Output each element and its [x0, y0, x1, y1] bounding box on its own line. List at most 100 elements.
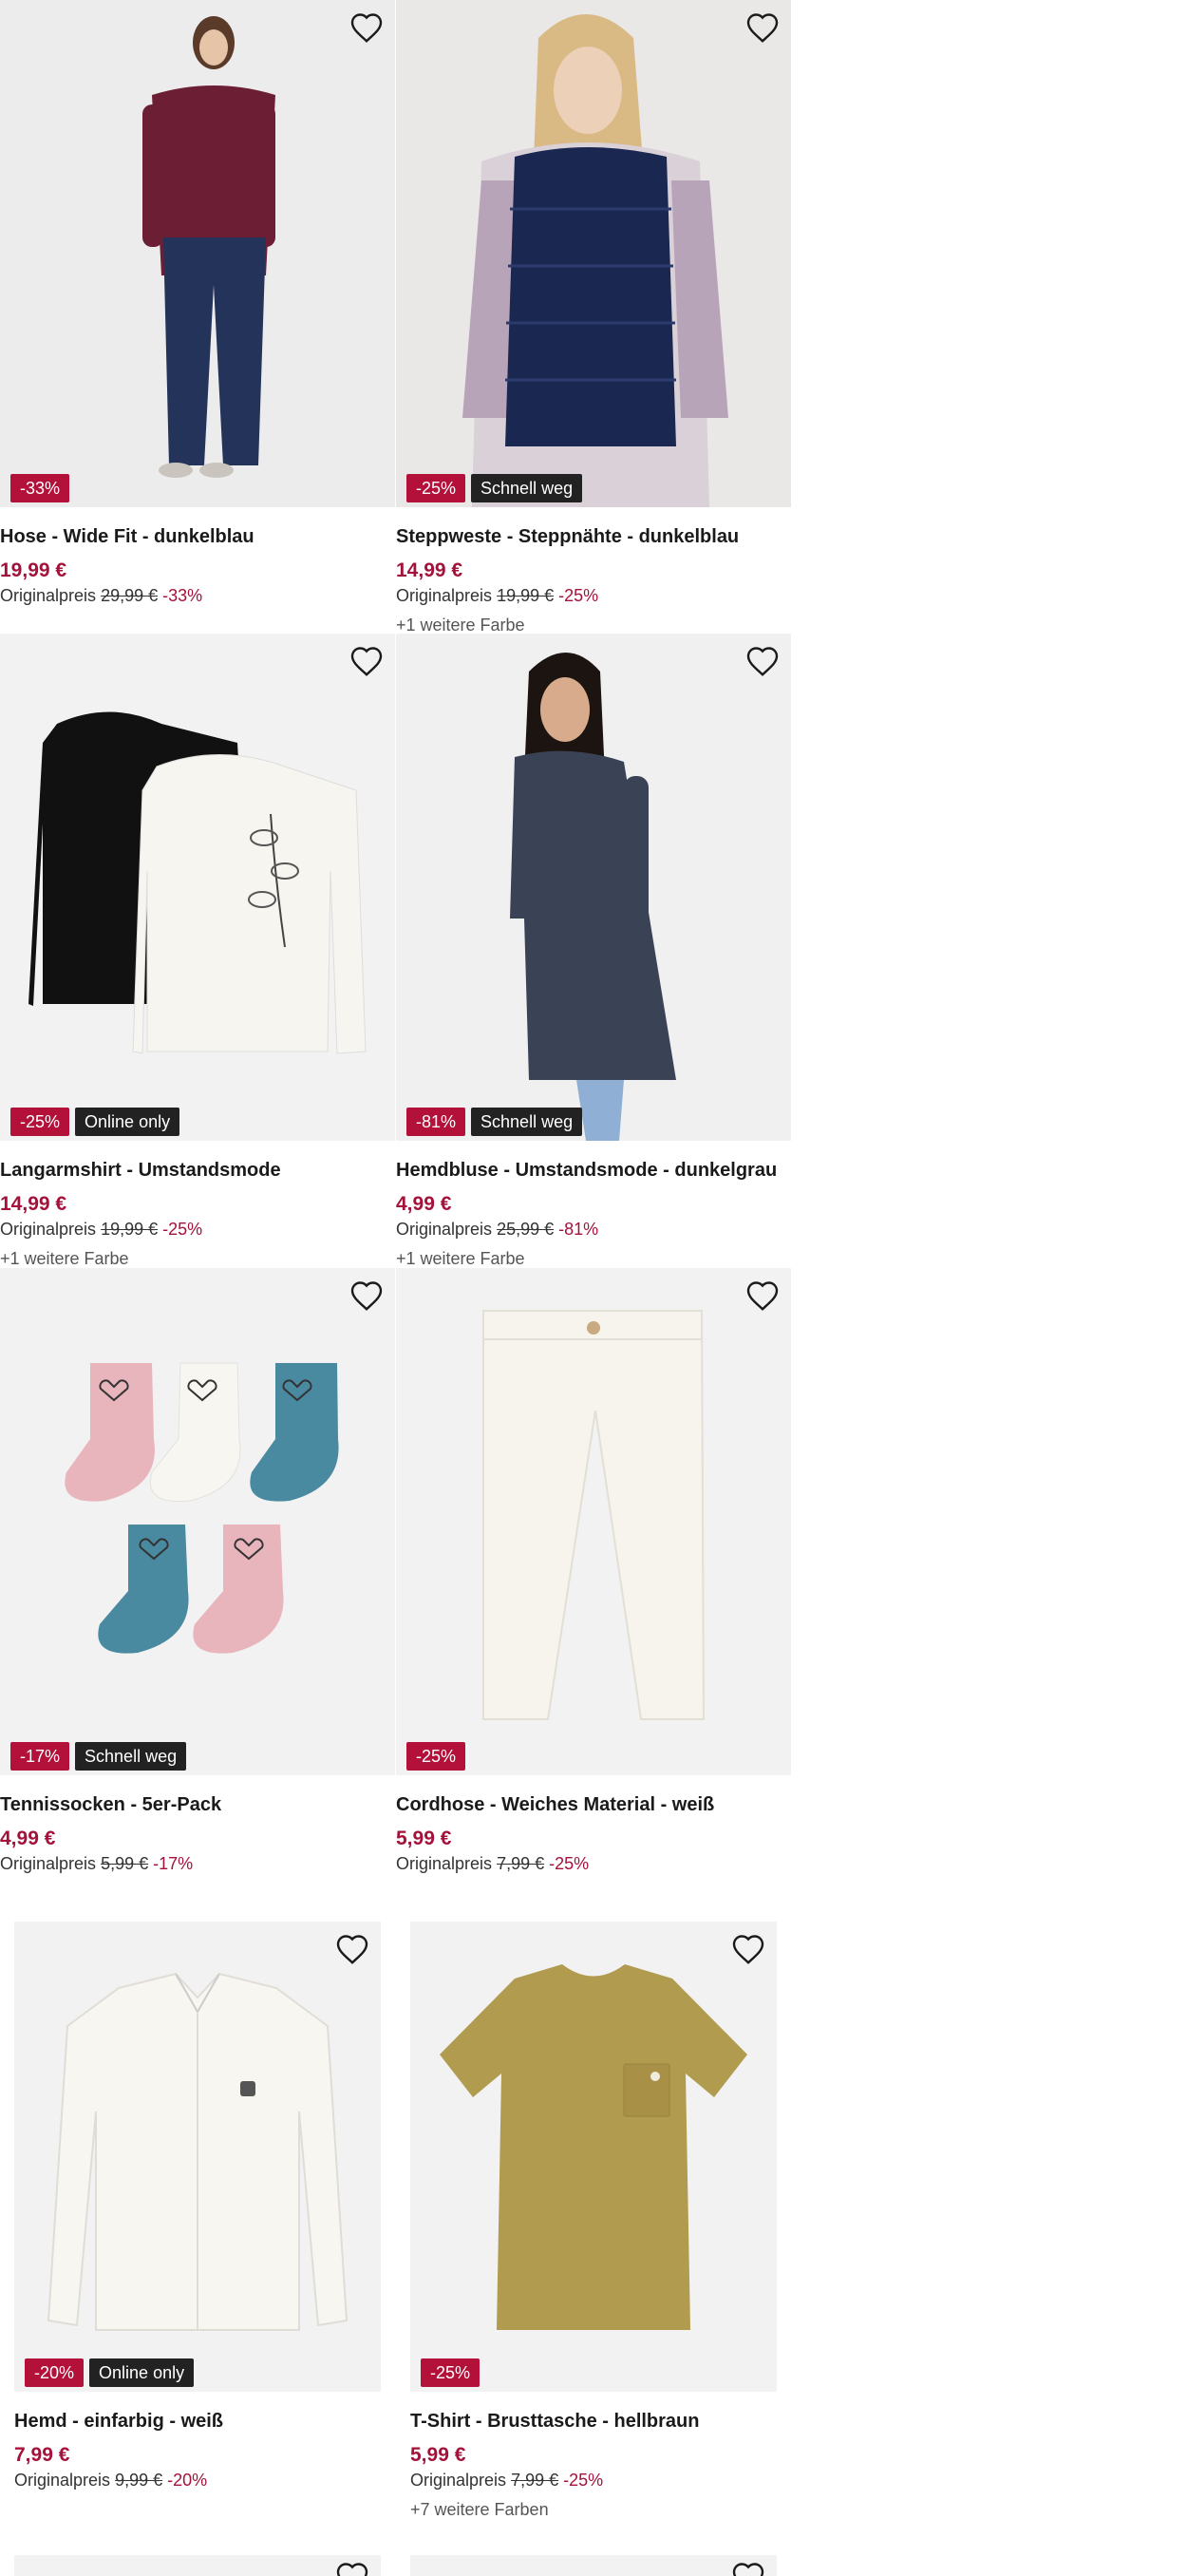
- discount-percent: -33%: [162, 586, 203, 605]
- badge-group: -81% Schnell weg: [406, 1108, 583, 1136]
- original-price: 19,99 €: [101, 1220, 159, 1239]
- original-price: 9,99 €: [115, 2471, 163, 2490]
- two-longsleeve-shirts-illustration: [0, 634, 395, 1141]
- discount-percent: -25%: [563, 2471, 604, 2490]
- original-price: 7,99 €: [497, 1854, 545, 1873]
- favorite-heart-icon[interactable]: [335, 1933, 369, 1965]
- original-price: 19,99 €: [497, 586, 555, 605]
- product-info: Cordhose - Weiches Material - weiß 5,99 …: [396, 1775, 791, 1875]
- product-info: T-Shirt - Brusttasche - hellbraun 5,99 €…: [410, 2392, 777, 2521]
- favorite-heart-icon[interactable]: [335, 2561, 369, 2576]
- more-colors-link[interactable]: +7 weitere Farben: [410, 2498, 777, 2521]
- favorite-heart-icon[interactable]: [745, 645, 780, 677]
- discount-percent: -20%: [167, 2471, 208, 2490]
- discount-percent: -25%: [162, 1220, 203, 1239]
- product-image[interactable]: -33%: [0, 0, 395, 507]
- status-badge: Schnell weg: [471, 1108, 583, 1136]
- product-card-partial[interactable]: [14, 2555, 381, 2576]
- favorite-heart-icon[interactable]: [349, 1279, 384, 1312]
- badge-group: -25%: [406, 1742, 466, 1771]
- original-price-label: Originalpreis: [396, 1854, 493, 1873]
- status-badge: Online only: [75, 1108, 180, 1136]
- product-info: Hemd - einfarbig - weiß 7,99 € Originalp…: [14, 2392, 381, 2491]
- favorite-heart-icon[interactable]: [349, 11, 384, 44]
- original-price: 25,99 €: [497, 1220, 555, 1239]
- original-price-label: Originalpreis: [396, 586, 493, 605]
- product-card[interactable]: -25% Cordhose - Weiches Material - weiß …: [396, 1268, 791, 1875]
- product-price: 5,99 €: [396, 1828, 452, 1849]
- discount-badge: -25%: [406, 1742, 466, 1771]
- original-price-line: Originalpreis 19,99 € -25%: [0, 1218, 395, 1241]
- product-info: Hose - Wide Fit - dunkelblau 19,99 € Ori…: [0, 507, 395, 607]
- product-title[interactable]: Langarmshirt - Umstandsmode: [0, 1158, 395, 1183]
- product-price: 5,99 €: [410, 2444, 466, 2466]
- product-price: 14,99 €: [396, 559, 463, 581]
- discount-percent: -17%: [153, 1854, 194, 1873]
- favorite-heart-icon[interactable]: [745, 11, 780, 44]
- discount-badge: -33%: [10, 474, 70, 502]
- product-price: 4,99 €: [0, 1828, 56, 1849]
- original-price-line: Originalpreis 7,99 € -25%: [396, 1852, 791, 1875]
- discount-badge: -17%: [10, 1742, 70, 1771]
- discount-badge: -25%: [406, 474, 466, 502]
- product-image[interactable]: [410, 2555, 777, 2576]
- product-info: Tennissocken - 5er-Pack 4,99 € Originalp…: [0, 1775, 395, 1875]
- model-woman-grey-blouse-illustration: [396, 634, 791, 1141]
- product-price: 4,99 €: [396, 1193, 452, 1215]
- discount-badge: -25%: [10, 1108, 70, 1136]
- product-image[interactable]: -20% Online only: [14, 1922, 381, 2392]
- product-info: Steppweste - Steppnähte - dunkelblau 14,…: [396, 507, 791, 636]
- more-colors-link[interactable]: +1 weitere Farbe: [0, 1247, 395, 1270]
- model-woman-burgundy-jacket-illustration: [0, 0, 395, 507]
- product-title[interactable]: T-Shirt - Brusttasche - hellbraun: [410, 2409, 777, 2434]
- more-colors-link[interactable]: +1 weitere Farbe: [396, 1247, 791, 1270]
- product-card[interactable]: -20% Online only Hemd - einfarbig - weiß…: [14, 1922, 381, 2491]
- status-badge: Schnell weg: [75, 1742, 187, 1771]
- original-price: 29,99 €: [101, 586, 159, 605]
- product-image[interactable]: -25% Schnell weg: [396, 0, 791, 507]
- product-title[interactable]: Steppweste - Steppnähte - dunkelblau: [396, 524, 791, 549]
- product-card[interactable]: -25% T-Shirt - Brusttasche - hellbraun 5…: [410, 1922, 777, 2521]
- product-image[interactable]: -81% Schnell weg: [396, 634, 791, 1141]
- product-title[interactable]: Hemdbluse - Umstandsmode - dunkelgrau: [396, 1158, 791, 1183]
- original-price-line: Originalpreis 29,99 € -33%: [0, 584, 395, 607]
- white-corduroy-pants-illustration: [396, 1268, 791, 1775]
- original-price-label: Originalpreis: [410, 2471, 507, 2490]
- badge-group: -25%: [421, 2358, 480, 2387]
- product-card[interactable]: -17% Schnell weg Tennissocken - 5er-Pack…: [0, 1268, 395, 1875]
- original-price-label: Originalpreis: [0, 586, 97, 605]
- five-socks-illustration: [0, 1268, 395, 1775]
- discount-badge: -81%: [406, 1108, 466, 1136]
- product-title[interactable]: Cordhose - Weiches Material - weiß: [396, 1792, 791, 1817]
- product-card-partial[interactable]: [410, 2555, 777, 2576]
- product-card[interactable]: -25% Online only Langarmshirt - Umstands…: [0, 634, 395, 1270]
- product-image[interactable]: -25%: [410, 1922, 777, 2392]
- original-price: 7,99 €: [511, 2471, 559, 2490]
- product-image[interactable]: -25%: [396, 1268, 791, 1775]
- product-price: 7,99 €: [14, 2444, 70, 2466]
- product-card[interactable]: -33% Hose - Wide Fit - dunkelblau 19,99 …: [0, 0, 395, 607]
- product-image[interactable]: -17% Schnell weg: [0, 1268, 395, 1775]
- favorite-heart-icon[interactable]: [349, 645, 384, 677]
- favorite-heart-icon[interactable]: [731, 1933, 765, 1965]
- favorite-heart-icon[interactable]: [731, 2561, 765, 2576]
- original-price-line: Originalpreis 19,99 € -25%: [396, 584, 791, 607]
- product-card[interactable]: -81% Schnell weg Hemdbluse - Umstandsmod…: [396, 634, 791, 1270]
- badge-group: -17% Schnell weg: [10, 1742, 187, 1771]
- product-price: 14,99 €: [0, 1193, 67, 1215]
- badge-group: -25% Online only: [10, 1108, 180, 1136]
- favorite-heart-icon[interactable]: [745, 1279, 780, 1312]
- product-info: Langarmshirt - Umstandsmode 14,99 € Orig…: [0, 1141, 395, 1270]
- product-title[interactable]: Hemd - einfarbig - weiß: [14, 2409, 381, 2434]
- product-title[interactable]: Hose - Wide Fit - dunkelblau: [0, 524, 395, 549]
- discount-percent: -25%: [558, 586, 599, 605]
- product-title[interactable]: Tennissocken - 5er-Pack: [0, 1792, 395, 1817]
- product-image[interactable]: [14, 2555, 381, 2576]
- original-price-line: Originalpreis 9,99 € -20%: [14, 2469, 381, 2491]
- product-card[interactable]: -25% Schnell weg Steppweste - Steppnähte…: [396, 0, 791, 636]
- product-price: 19,99 €: [0, 559, 67, 581]
- original-price-line: Originalpreis 5,99 € -17%: [0, 1852, 395, 1875]
- status-badge: Online only: [89, 2358, 195, 2387]
- product-image[interactable]: -25% Online only: [0, 634, 395, 1141]
- original-price-label: Originalpreis: [396, 1220, 493, 1239]
